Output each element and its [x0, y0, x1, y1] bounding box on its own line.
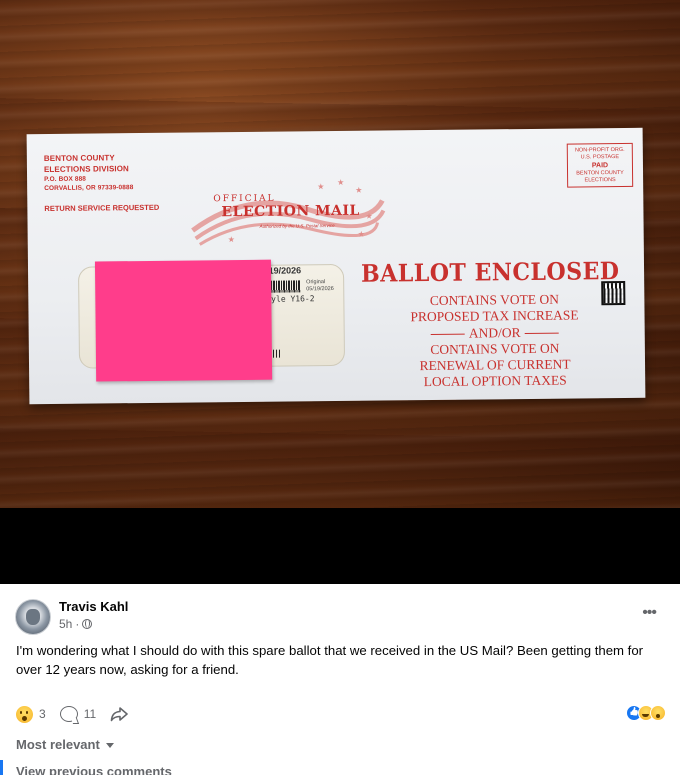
sticky-note — [94, 259, 273, 382]
post-container: Travis Kahl 5h · ••• I'm wondering what … — [0, 584, 680, 775]
svg-text:★: ★ — [317, 182, 324, 191]
return-address-line: CORVALLIS, OR 97339-0888 — [44, 184, 134, 193]
ballot-envelope: BENTON COUNTY ELECTIONS DIVISION P.O. BO… — [26, 127, 646, 405]
return-address-line: ELECTIONS DIVISION — [43, 164, 129, 175]
sort-label: Most relevant — [16, 737, 100, 752]
share-button[interactable] — [110, 706, 128, 722]
contains-vote-notice: CONTAINS VOTE ON PROPOSED TAX INCREASE A… — [384, 291, 605, 391]
wow-reaction-icon — [650, 705, 666, 721]
caret-down-icon — [105, 743, 114, 748]
return-address: BENTON COUNTY ELECTIONS DIVISION P.O. BO… — [44, 152, 134, 193]
post-photo[interactable]: BENTON COUNTY ELECTIONS DIVISION P.O. BO… — [0, 0, 680, 508]
svg-text:★: ★ — [365, 212, 372, 221]
globe-icon[interactable] — [82, 619, 93, 629]
andor-text: AND/OR — [468, 324, 521, 341]
reaction-count: 3 — [39, 707, 46, 721]
wow-reaction-icon — [16, 705, 33, 723]
window-original: Original 05/19/2026 — [306, 279, 334, 293]
qr-code-icon — [601, 280, 626, 306]
post-text: I'm wondering what I should do with this… — [16, 643, 644, 677]
window-style: tyle Y16-2 — [266, 294, 315, 304]
photo-letterbox — [0, 508, 680, 584]
postage-line: ELECTIONS — [584, 177, 616, 184]
svg-text:★: ★ — [228, 235, 235, 244]
comment-sort-dropdown[interactable]: Most relevant — [16, 737, 114, 752]
election-mail-text: ELECTION MAIL — [221, 202, 360, 221]
share-icon — [110, 707, 128, 722]
reaction-button[interactable]: 3 — [16, 705, 46, 723]
post-meta: 5h · — [59, 617, 93, 631]
meta-separator: · — [75, 617, 80, 631]
more-options-icon[interactable]: ••• — [642, 604, 657, 622]
notice-line: PROPOSED TAX INCREASE — [410, 307, 579, 325]
comment-button[interactable]: 11 — [59, 706, 97, 722]
official-text: OFFICIAL — [213, 193, 276, 205]
window-original-line: 05/19/2026 — [306, 286, 334, 293]
svg-text:★: ★ — [337, 178, 344, 187]
avatar[interactable] — [15, 599, 51, 635]
view-previous-comments-link[interactable]: View previous comments — [16, 764, 172, 775]
thread-indicator — [0, 760, 3, 775]
author-name[interactable]: Travis Kahl — [59, 599, 128, 614]
reactions-summary[interactable] — [626, 705, 666, 721]
comment-icon — [59, 706, 78, 722]
return-service-text: RETURN SERVICE REQUESTED — [44, 202, 160, 214]
svg-text:★: ★ — [358, 230, 365, 239]
notice-line: LOCAL OPTION TAXES — [423, 373, 567, 390]
ballot-enclosed-heading: BALLOT ENCLOSED — [360, 256, 620, 288]
postage-indicia: NON-PROFIT ORG. U.S. POSTAGE PAID BENTON… — [566, 142, 634, 188]
window-date: /19/2026 — [265, 265, 302, 276]
comment-count: 11 — [83, 707, 97, 721]
post-time[interactable]: 5h — [59, 617, 72, 631]
authorized-text: Authorized by the U.S. Postal Service — [259, 223, 335, 229]
post-actions: 3 11 — [16, 704, 142, 724]
svg-text:★: ★ — [355, 186, 362, 195]
